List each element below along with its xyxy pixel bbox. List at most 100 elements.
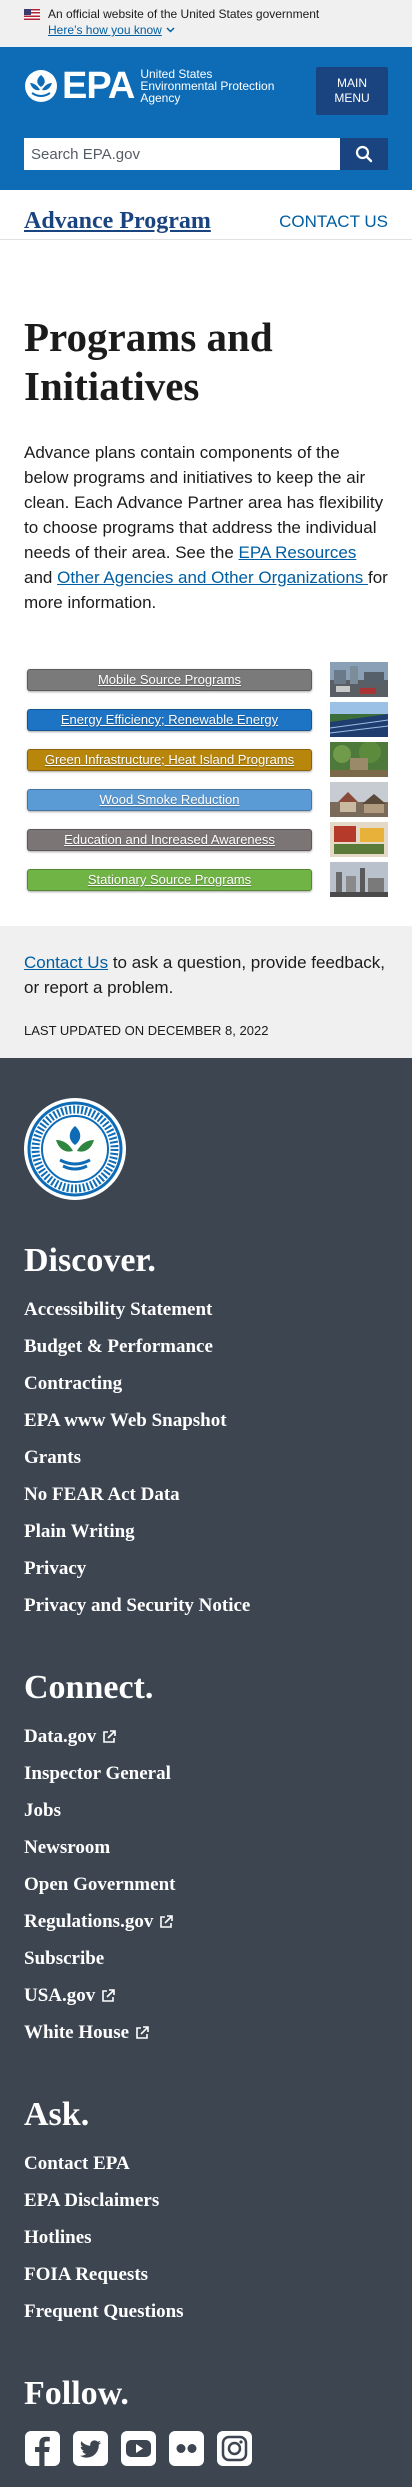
search-form	[24, 138, 388, 170]
footer-ask-title: Ask.	[24, 2096, 90, 2133]
contact-us-link[interactable]: Contact Us	[24, 953, 108, 972]
program-button-stationary-source[interactable]: Stationary Source Programs	[27, 868, 312, 891]
search-button[interactable]	[340, 138, 388, 170]
program-button-green-infrastructure[interactable]: Green Infrastructure; Heat Island Progra…	[27, 748, 312, 771]
footer-link-regulations-gov[interactable]: Regulations.gov	[24, 1910, 174, 1933]
footer-link-privacy[interactable]: Privacy	[24, 1558, 86, 1580]
menu-label-1: Main	[337, 76, 367, 90]
external-link-icon	[160, 1914, 174, 1928]
footer-discover-list: Accessibility Statement Budget & Perform…	[24, 1291, 388, 1624]
facebook-icon[interactable]	[24, 2430, 61, 2467]
us-flag-icon	[24, 8, 40, 20]
footer-link-hotlines[interactable]: Hotlines	[24, 2227, 92, 2249]
footer-link-white-house[interactable]: White House	[24, 2022, 149, 2044]
program-row: Wood Smoke Reduction	[27, 781, 388, 818]
footer-link-privacy-security[interactable]: Privacy and Security Notice	[24, 1595, 250, 1617]
program-image-education[interactable]	[330, 822, 388, 857]
heres-how-you-know-link[interactable]: Here’s how you know	[48, 22, 175, 38]
epa-logo[interactable]: EPA United States Environmental Protecti…	[24, 67, 274, 105]
program-button-energy-efficiency[interactable]: Energy Efficiency; Renewable Energy	[27, 708, 312, 731]
advance-program-link[interactable]: Advance Program	[24, 208, 211, 235]
programs-list: Mobile Source Programs Energy Efficiency…	[24, 661, 388, 898]
intro-paragraph: Advance plans contain components of the …	[24, 440, 388, 615]
epa-resources-link[interactable]: EPA Resources	[239, 543, 357, 562]
social-links	[24, 2430, 388, 2467]
menu-label-2: Menu	[334, 91, 370, 105]
footer-link-contracting[interactable]: Contracting	[24, 1373, 122, 1395]
footer-link-data-gov[interactable]: Data.gov	[24, 1725, 117, 1748]
program-row: Education and Increased Awareness	[27, 821, 388, 858]
program-image-mobile-source[interactable]	[330, 662, 388, 697]
epa-abbrev: EPA	[62, 65, 135, 107]
search-input[interactable]	[24, 138, 340, 170]
main-menu-button[interactable]: Main Menu	[316, 67, 388, 115]
footer-link-budget[interactable]: Budget & Performance	[24, 1336, 213, 1358]
footer-link-faq[interactable]: Frequent Questions	[24, 2301, 184, 2323]
twitter-icon[interactable]	[72, 2430, 109, 2467]
contact-us-header-link[interactable]: Contact Us	[279, 212, 388, 232]
program-row: Mobile Source Programs	[27, 661, 388, 698]
footer-connect-title: Connect.	[24, 1669, 154, 1706]
link-label: USA.gov	[24, 1984, 96, 2006]
footer-link-plain-writing[interactable]: Plain Writing	[24, 1521, 135, 1543]
program-row: Stationary Source Programs	[27, 861, 388, 898]
program-row: Energy Efficiency; Renewable Energy	[27, 701, 388, 738]
program-image-energy-efficiency[interactable]	[330, 702, 388, 737]
epa-flower-icon	[25, 70, 57, 102]
footer-link-grants[interactable]: Grants	[24, 1447, 81, 1469]
youtube-icon[interactable]	[120, 2430, 157, 2467]
epa-agency-name: United States Environmental Protection A…	[140, 68, 274, 104]
footer-link-no-fear[interactable]: No FEAR Act Data	[24, 1484, 180, 1506]
external-link-icon	[136, 2025, 149, 2039]
program-row: Green Infrastructure; Heat Island Progra…	[27, 741, 388, 778]
footer-link-usa-gov[interactable]: USA.gov	[24, 1984, 116, 2007]
agency-line-3: Agency	[140, 91, 181, 105]
external-link-icon	[103, 1729, 117, 1743]
program-label: Wood Smoke Reduction	[99, 792, 240, 807]
footer-link-accessibility[interactable]: Accessibility Statement	[24, 1299, 212, 1321]
link-label: White House	[24, 2021, 130, 2043]
footer-ask-list: Contact EPA EPA Disclaimers Hotlines FOI…	[24, 2145, 388, 2330]
flickr-icon[interactable]	[168, 2430, 205, 2467]
external-link-icon	[102, 1988, 116, 2002]
last-updated: Last updated on December 8, 2022	[24, 1023, 269, 1038]
chevron-down-icon	[166, 27, 175, 33]
footer-link-jobs[interactable]: Jobs	[24, 1800, 61, 1822]
program-label: Education and Increased Awareness	[64, 832, 275, 847]
footer-link-contact-epa[interactable]: Contact EPA	[24, 2153, 130, 2175]
contact-text: Contact Us to ask a question, provide fe…	[24, 950, 388, 1000]
site-footer: Discover. Accessibility Statement Budget…	[0, 1058, 412, 2487]
footer-connect-list: Data.gov Inspector General Jobs Newsroom…	[24, 1718, 388, 2051]
page-title: Programs and Initiatives	[24, 314, 273, 409]
link-label: Regulations.gov	[24, 1910, 154, 1932]
footer-link-open-government[interactable]: Open Government	[24, 1874, 175, 1896]
footer-link-newsroom[interactable]: Newsroom	[24, 1837, 110, 1859]
program-label: Mobile Source Programs	[97, 672, 242, 687]
footer-discover-title: Discover.	[24, 1242, 156, 1279]
footer-link-inspector-general[interactable]: Inspector General	[24, 1763, 171, 1785]
program-label: Stationary Source Programs	[87, 872, 252, 887]
footer-link-subscribe[interactable]: Subscribe	[24, 1948, 104, 1970]
instagram-icon[interactable]	[216, 2430, 253, 2467]
gov-banner-text: An official website of the United States…	[48, 7, 320, 21]
contact-box: Contact Us to ask a question, provide fe…	[0, 926, 412, 1058]
link-label: Data.gov	[24, 1725, 97, 1747]
footer-link-foia[interactable]: FOIA Requests	[24, 2264, 148, 2286]
footer-follow-title: Follow.	[24, 2375, 129, 2412]
program-button-education[interactable]: Education and Increased Awareness	[27, 828, 312, 851]
program-image-wood-smoke[interactable]	[330, 782, 388, 817]
search-icon	[355, 145, 373, 163]
section-nav: Advance Program Contact Us	[0, 190, 412, 240]
main-content: Programs and Initiatives Advance plans c…	[0, 313, 412, 898]
program-button-wood-smoke[interactable]: Wood Smoke Reduction	[27, 788, 312, 811]
epa-seal-icon	[24, 1098, 126, 1200]
heres-how-you-know-label: Here’s how you know	[48, 23, 162, 37]
program-button-mobile-source[interactable]: Mobile Source Programs	[27, 668, 312, 691]
footer-link-disclaimers[interactable]: EPA Disclaimers	[24, 2190, 159, 2212]
program-image-green-infrastructure[interactable]	[330, 742, 388, 777]
other-agencies-link[interactable]: Other Agencies and Other Organizations	[57, 568, 368, 587]
footer-link-web-snapshot[interactable]: EPA www Web Snapshot	[24, 1410, 227, 1432]
program-image-stationary-source[interactable]	[330, 862, 388, 897]
intro-mid: and	[24, 568, 58, 587]
program-label: Energy Efficiency; Renewable Energy	[60, 712, 279, 727]
